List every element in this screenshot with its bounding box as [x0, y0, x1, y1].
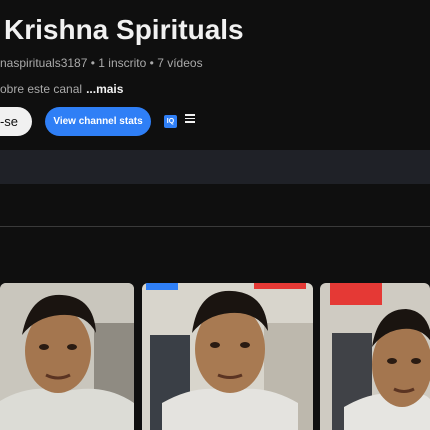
subscribe-button[interactable]: r-se — [0, 107, 32, 136]
person-face-image — [0, 283, 134, 430]
extension-icon[interactable]: IQ — [164, 115, 177, 128]
subscriber-count: 1 inscrito — [98, 56, 147, 70]
channel-title: Krishna Spirituals — [4, 14, 244, 45]
video-count: 7 vídeos — [157, 56, 203, 70]
channel-meta: naspirituals3187 • 1 inscrito • 7 vídeos — [0, 56, 203, 70]
view-channel-stats-button[interactable]: View channel stats — [45, 107, 151, 136]
menu-icon[interactable] — [185, 114, 195, 124]
person-face-image — [142, 283, 313, 430]
more-link[interactable]: ...mais — [86, 82, 123, 96]
person-face-image — [320, 283, 430, 430]
description-text: obre este canal — [0, 82, 83, 96]
video-thumbnail-1[interactable] — [0, 283, 134, 430]
channel-handle: naspirituals3187 — [0, 56, 88, 70]
video-thumbnail-3[interactable] — [320, 283, 430, 430]
tabs-bar — [0, 150, 430, 184]
divider — [0, 226, 430, 227]
video-thumbnail-2[interactable] — [142, 283, 313, 430]
channel-description[interactable]: obre este canal ...mais — [0, 82, 123, 96]
